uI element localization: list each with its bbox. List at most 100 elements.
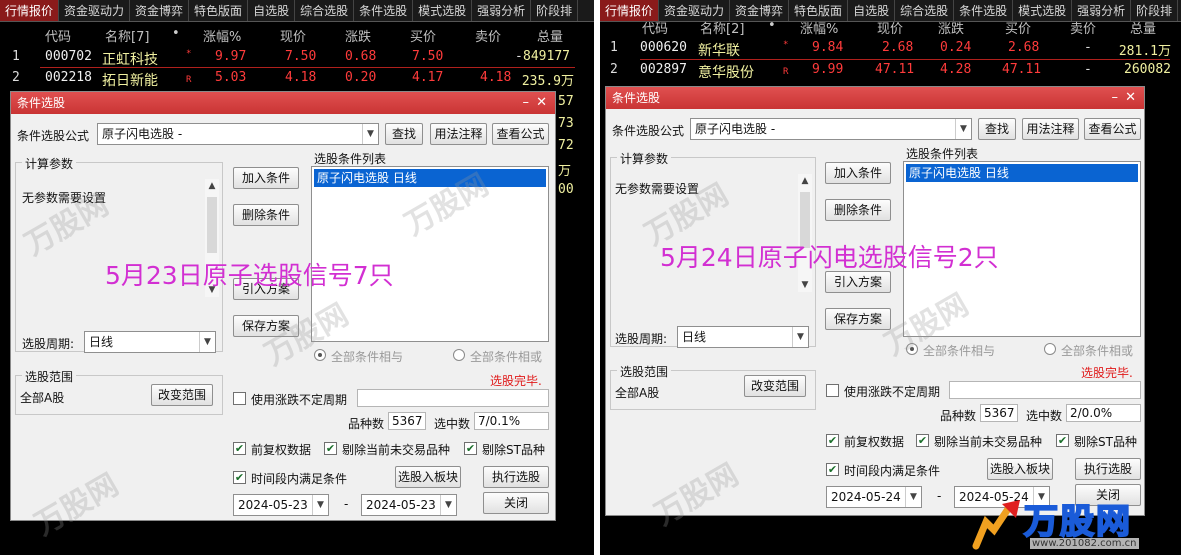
delete-condition-button[interactable]: 删除条件	[825, 199, 891, 221]
period-select[interactable]: 日线 ▼	[677, 326, 809, 348]
uncertain-period-field[interactable]	[949, 381, 1141, 399]
dialog-titlebar[interactable]: 条件选股	[606, 87, 1144, 109]
radio-or[interactable]	[453, 349, 465, 361]
nav-composite[interactable]: 综合选股	[295, 0, 355, 21]
execute-button[interactable]: 执行选股	[483, 466, 549, 488]
col-bid[interactable]: 买价	[410, 26, 436, 45]
col-bid[interactable]: 买价	[1005, 18, 1031, 37]
execute-button[interactable]: 执行选股	[1075, 458, 1141, 480]
list-item[interactable]: 原子闪电选股 日线	[314, 169, 546, 187]
nav-feature[interactable]: 特色版面	[189, 0, 249, 21]
col-ask[interactable]: 卖价	[1070, 18, 1096, 37]
dialog-titlebar[interactable]: 条件选股	[11, 92, 555, 114]
chevron-down-icon[interactable]: ▼	[955, 119, 971, 139]
scroll-thumb[interactable]	[207, 197, 217, 253]
change-range-button[interactable]: 改变范围	[151, 384, 213, 406]
date-to-picker[interactable]: 2024-05-23 ▼	[361, 494, 457, 516]
formula-select[interactable]: 原子闪电选股 - ▼	[690, 118, 972, 140]
date-from-picker[interactable]: 2024-05-24 ▼	[826, 486, 922, 508]
find-button[interactable]: 查找	[978, 118, 1016, 140]
condition-list[interactable]: 原子闪电选股 日线	[311, 166, 549, 342]
close-button[interactable]: 关闭	[483, 492, 549, 514]
col-price[interactable]: 现价	[280, 26, 306, 45]
save-scheme-button[interactable]: 保存方案	[825, 308, 891, 330]
close-icon[interactable]: ✕	[1125, 87, 1136, 109]
usage-note-button[interactable]: 用法注释	[1022, 118, 1079, 140]
col-change[interactable]: 涨跌	[938, 18, 964, 37]
nav-strength[interactable]: 强弱分析	[472, 0, 532, 21]
table-row[interactable]: 1 000620 新华联 * 9.84 2.68 0.24 2.68 - 281…	[600, 40, 1181, 64]
delete-condition-button[interactable]: 删除条件	[233, 204, 299, 226]
uncertain-period-checkbox[interactable]	[826, 384, 839, 397]
col-name[interactable]: 名称[7]	[105, 26, 149, 45]
radio-and[interactable]	[906, 343, 918, 355]
nav-fund-driver[interactable]: 资金驱动力	[59, 0, 131, 21]
col-change[interactable]: 涨跌	[345, 26, 371, 45]
radio-and[interactable]	[314, 349, 326, 361]
add-condition-button[interactable]: 加入条件	[233, 167, 299, 189]
view-formula-button[interactable]: 查看公式	[492, 123, 549, 145]
chevron-down-icon[interactable]: ▼	[362, 124, 378, 144]
find-button[interactable]: 查找	[385, 123, 423, 145]
nav-quotes[interactable]: 行情报价	[0, 0, 60, 21]
nav-fund-game[interactable]: 资金博弈	[130, 0, 190, 21]
chevron-up-icon[interactable]: ▲	[798, 174, 812, 188]
close-icon[interactable]: ✕	[536, 92, 547, 114]
untraded-checkbox[interactable]: ✔	[916, 434, 929, 447]
minimize-icon[interactable]: –	[1112, 87, 1119, 109]
adjust-checkbox[interactable]: ✔	[233, 442, 246, 455]
view-formula-button[interactable]: 查看公式	[1084, 118, 1141, 140]
stock-change: 0.20	[345, 70, 377, 85]
chevron-down-icon[interactable]: ▼	[199, 332, 215, 352]
adjust-checkbox[interactable]: ✔	[826, 434, 839, 447]
col-pct[interactable]: 涨幅%	[203, 26, 241, 45]
timespan-checkbox[interactable]: ✔	[233, 471, 246, 484]
untraded-checkbox[interactable]: ✔	[324, 442, 337, 455]
radio-or[interactable]	[1044, 343, 1056, 355]
params-group-title: 计算参数	[617, 150, 672, 167]
nav-watchlist[interactable]: 自选股	[248, 0, 296, 21]
stock-code: 000620	[640, 40, 687, 55]
chevron-down-icon[interactable]: ▼	[905, 487, 921, 507]
period-select[interactable]: 日线 ▼	[84, 331, 216, 353]
formula-select[interactable]: 原子闪电选股 - ▼	[97, 123, 379, 145]
usage-note-button[interactable]: 用法注释	[430, 123, 487, 145]
stock-code: 000702	[45, 49, 92, 64]
st-checkbox[interactable]: ✔	[464, 442, 477, 455]
nav-stage[interactable]: 阶段排	[531, 0, 579, 21]
chevron-down-icon[interactable]: ▼	[312, 495, 328, 515]
col-code[interactable]: 代码	[642, 18, 668, 37]
radio-and-label: 全部条件相与	[923, 344, 996, 358]
chevron-down-icon[interactable]: ▼	[440, 495, 456, 515]
col-volume[interactable]: 总量	[537, 26, 563, 45]
uncertain-period-checkbox[interactable]	[233, 392, 246, 405]
to-block-button[interactable]: 选股入板块	[987, 458, 1053, 480]
list-item[interactable]: 原子闪电选股 日线	[906, 164, 1138, 182]
to-block-button[interactable]: 选股入板块	[395, 466, 461, 488]
radio-or-label: 全部条件相或	[1061, 344, 1134, 358]
add-condition-button[interactable]: 加入条件	[825, 162, 891, 184]
chevron-down-icon[interactable]: ▼	[792, 327, 808, 347]
col-name[interactable]: 名称[2]	[700, 18, 744, 37]
chevron-down-icon[interactable]: ▼	[798, 278, 812, 292]
timespan-checkbox[interactable]: ✔	[826, 463, 839, 476]
col-price[interactable]: 现价	[877, 18, 903, 37]
col-pct[interactable]: 涨幅%	[800, 18, 838, 37]
change-range-button[interactable]: 改变范围	[744, 375, 806, 397]
table-row[interactable]: 2 002897 意华股份 R 9.99 47.11 4.28 47.11 - …	[600, 62, 1181, 86]
nav-conditional[interactable]: 条件选股	[354, 0, 414, 21]
save-scheme-button[interactable]: 保存方案	[233, 315, 299, 337]
stock-name: 新华联	[698, 43, 740, 59]
uncertain-period-field[interactable]	[357, 389, 549, 407]
col-volume[interactable]: 总量	[1130, 18, 1156, 37]
import-scheme-button[interactable]: 引入方案	[825, 271, 891, 293]
nav-pattern[interactable]: 模式选股	[413, 0, 473, 21]
range-group-title: 选股范围	[22, 368, 77, 385]
st-checkbox[interactable]: ✔	[1056, 434, 1069, 447]
chevron-up-icon[interactable]: ▲	[205, 179, 219, 193]
date-from-picker[interactable]: 2024-05-23 ▼	[233, 494, 329, 516]
minimize-icon[interactable]: –	[523, 92, 530, 114]
params-scrollbar[interactable]: ▲ ▼	[798, 174, 812, 292]
col-code[interactable]: 代码	[45, 26, 71, 45]
col-ask[interactable]: 卖价	[475, 26, 501, 45]
